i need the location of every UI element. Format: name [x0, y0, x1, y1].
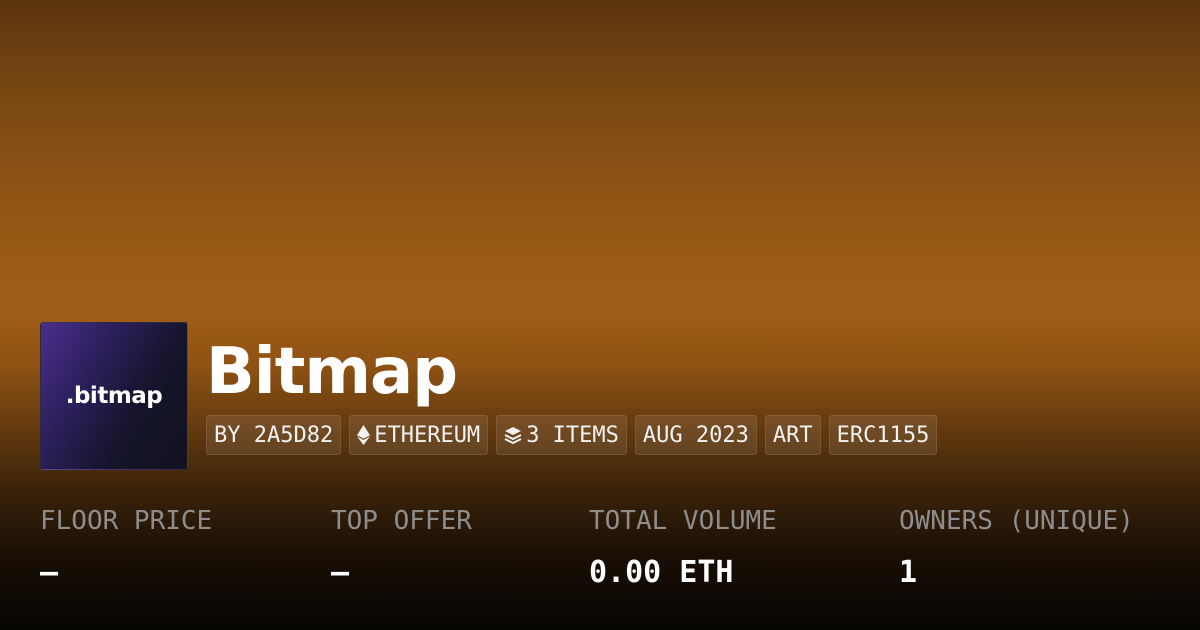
total-volume-stat: TOTAL VOLUME 0.00 ETH — [589, 503, 777, 593]
top-offer-stat: TOP OFFER – — [331, 503, 472, 593]
date-tag: AUG 2023 — [634, 415, 757, 455]
items-tag[interactable]: 3 ITEMS — [496, 415, 627, 455]
collection-title: Bitmap — [206, 335, 458, 409]
chain-tag-label: ETHEREUM — [374, 422, 481, 448]
creator-tag-label: BY 2A5D82 — [214, 422, 334, 448]
collection-avatar: .bitmap — [40, 322, 188, 470]
owners-stat: OWNERS (UNIQUE) 1 — [899, 503, 1134, 593]
total-volume-label: TOTAL VOLUME — [589, 506, 777, 536]
collection-logo-text: .bitmap — [65, 383, 163, 409]
owners-value: 1 — [899, 555, 918, 590]
top-offer-value: – — [331, 555, 350, 590]
floor-price-label: FLOOR PRICE — [40, 506, 213, 536]
layers-icon — [504, 426, 522, 444]
standard-tag: ERC1155 — [828, 415, 938, 455]
total-volume-value: 0.00 ETH — [589, 555, 734, 590]
floor-price-value: – — [40, 555, 59, 590]
category-tag-label: ART — [772, 422, 813, 448]
date-tag-label: AUG 2023 — [642, 422, 749, 448]
items-tag-label: 3 ITEMS — [526, 422, 619, 448]
owners-label: OWNERS (UNIQUE) — [899, 506, 1134, 536]
floor-price-stat: FLOOR PRICE – — [40, 503, 212, 593]
top-offer-label: TOP OFFER — [331, 506, 472, 536]
category-tag[interactable]: ART — [764, 415, 821, 455]
creator-tag[interactable]: BY 2A5D82 — [206, 415, 342, 455]
collection-tags: BY 2A5D82 ETHEREUM 3 ITEMS AUG 2023 ART … — [206, 415, 938, 455]
standard-tag-label: ERC1155 — [836, 422, 930, 448]
ethereum-icon — [357, 425, 371, 445]
chain-tag[interactable]: ETHEREUM — [349, 415, 489, 455]
